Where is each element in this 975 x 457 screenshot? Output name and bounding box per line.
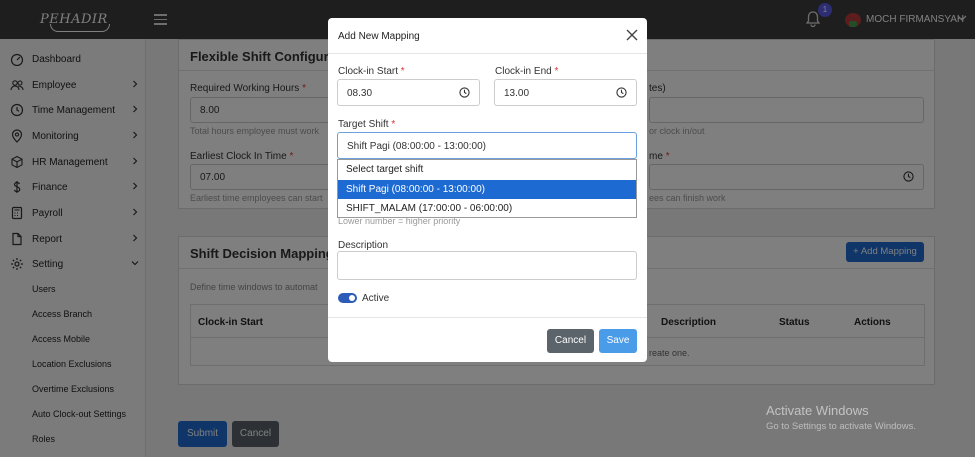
clock-icon[interactable] xyxy=(459,87,470,98)
watermark-subtitle: Go to Settings to activate Windows. xyxy=(766,421,916,432)
dropdown-option[interactable]: SHIFT_MALAM (17:00:00 - 06:00:00) xyxy=(338,199,636,218)
target-shift-select[interactable]: Shift Pagi (08:00:00 - 13:00:00) xyxy=(337,132,637,159)
modal-title: Add New Mapping xyxy=(338,31,420,42)
clockin-end-label: Clock-in End * xyxy=(495,66,559,77)
dropdown-option[interactable]: Shift Pagi (08:00:00 - 13:00:00) xyxy=(338,180,636,199)
target-shift-label: Target Shift * xyxy=(338,119,396,130)
description-label: Description xyxy=(338,240,389,251)
modal-save-button[interactable]: Save xyxy=(599,329,637,353)
modal-header: Add New Mapping xyxy=(328,18,647,54)
modal-cancel-button[interactable]: Cancel xyxy=(547,329,594,353)
target-shift-dropdown: Select target shift Shift Pagi (08:00:00… xyxy=(337,159,637,218)
close-icon[interactable] xyxy=(625,28,639,42)
active-label: Active xyxy=(362,293,390,304)
modal-footer: Cancel Save xyxy=(328,317,647,362)
watermark-title: Activate Windows xyxy=(766,403,869,418)
clock-icon[interactable] xyxy=(616,87,627,98)
clockin-start-label: Clock-in Start * xyxy=(338,66,405,77)
active-toggle[interactable] xyxy=(338,293,357,303)
add-mapping-modal: Add New Mapping Clock-in Start * 08.30 C… xyxy=(328,18,647,362)
dropdown-option[interactable]: Select target shift xyxy=(338,160,636,179)
description-input[interactable] xyxy=(337,251,637,280)
